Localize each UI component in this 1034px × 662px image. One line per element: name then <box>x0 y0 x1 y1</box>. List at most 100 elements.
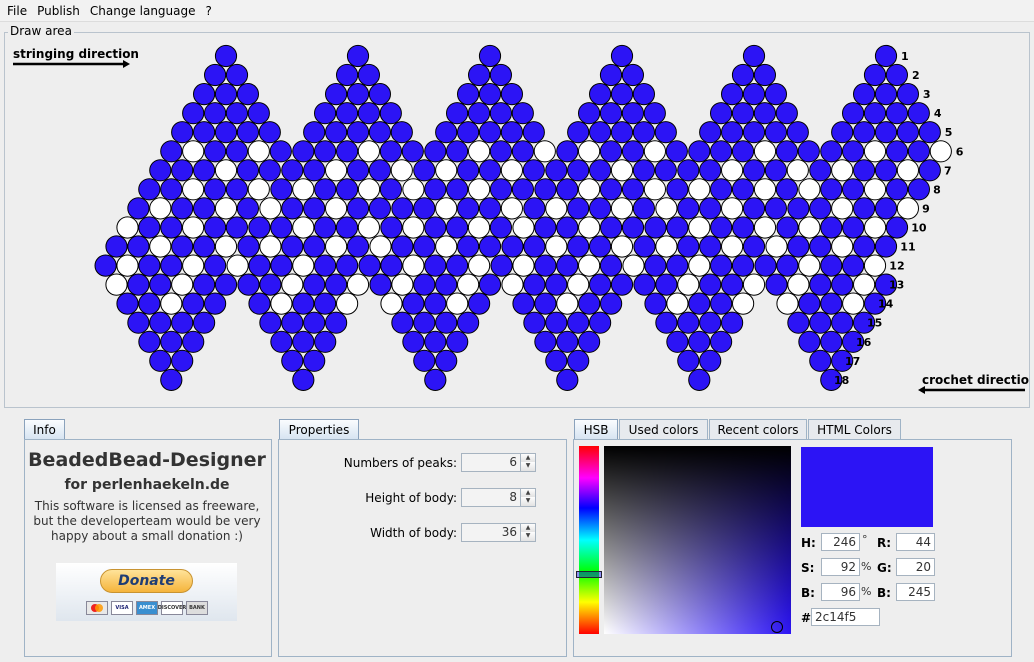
bead[interactable] <box>446 178 469 201</box>
bead[interactable] <box>214 159 238 182</box>
bead[interactable] <box>787 273 810 296</box>
bead[interactable] <box>116 292 139 315</box>
bead[interactable] <box>831 197 854 220</box>
blue-field[interactable]: 245 <box>896 583 935 601</box>
bead[interactable] <box>357 178 381 201</box>
bead[interactable] <box>775 178 799 201</box>
bead[interactable] <box>391 197 414 220</box>
bead[interactable] <box>203 178 227 201</box>
bead[interactable] <box>402 330 425 353</box>
bead[interactable] <box>336 178 359 201</box>
bead[interactable] <box>567 121 590 144</box>
bead[interactable] <box>632 83 656 106</box>
bead[interactable] <box>424 254 447 277</box>
bead[interactable] <box>556 254 579 277</box>
bead[interactable] <box>809 159 832 182</box>
bead[interactable] <box>556 292 579 315</box>
bead[interactable] <box>765 273 788 296</box>
bead[interactable] <box>214 44 238 68</box>
bead[interactable] <box>369 273 392 296</box>
donate-button[interactable]: Donate <box>100 569 193 593</box>
bead[interactable] <box>457 311 480 334</box>
bead[interactable] <box>270 292 293 315</box>
menu-file[interactable]: File <box>4 4 34 18</box>
bead[interactable] <box>775 140 799 163</box>
bead[interactable] <box>731 102 755 125</box>
bead[interactable] <box>643 102 666 125</box>
donate-area[interactable]: Donate VISA AMEX DISCOVER BANK <box>56 563 237 621</box>
bead[interactable] <box>160 292 183 315</box>
bead[interactable] <box>545 311 568 334</box>
bead[interactable] <box>478 235 502 258</box>
bead[interactable] <box>435 121 458 144</box>
bead[interactable] <box>677 197 700 220</box>
bead[interactable] <box>578 178 601 201</box>
bead[interactable] <box>259 273 282 296</box>
bead[interactable] <box>368 197 391 220</box>
saturation-brightness-picker[interactable] <box>604 446 791 634</box>
bead[interactable] <box>599 254 623 277</box>
bead[interactable] <box>105 235 128 258</box>
bead[interactable] <box>214 83 238 106</box>
bead[interactable] <box>127 235 150 258</box>
bead[interactable] <box>368 121 391 144</box>
bead[interactable] <box>182 216 205 239</box>
bead[interactable] <box>390 121 413 144</box>
bead[interactable] <box>556 368 579 391</box>
bead[interactable] <box>534 330 557 353</box>
bead[interactable] <box>204 63 227 87</box>
bead[interactable] <box>644 216 667 239</box>
bead[interactable] <box>182 330 205 353</box>
bead[interactable] <box>424 178 447 201</box>
bead[interactable] <box>677 311 700 334</box>
bead[interactable] <box>589 311 612 334</box>
tab-hsb[interactable]: HSB <box>574 419 618 440</box>
bead[interactable] <box>677 235 700 258</box>
bead[interactable] <box>303 273 326 296</box>
bead[interactable] <box>303 311 326 334</box>
bead[interactable] <box>182 254 205 277</box>
bead[interactable] <box>424 140 447 163</box>
bead[interactable] <box>797 140 820 163</box>
bead[interactable] <box>885 63 909 87</box>
bead[interactable] <box>413 159 436 182</box>
bead[interactable] <box>820 292 843 315</box>
bead[interactable] <box>809 349 832 372</box>
bead[interactable] <box>710 102 733 125</box>
bead[interactable] <box>346 273 370 296</box>
bead[interactable] <box>237 273 260 296</box>
bead[interactable] <box>402 254 425 277</box>
bead[interactable] <box>511 102 534 125</box>
bead[interactable] <box>138 178 161 201</box>
bead[interactable] <box>731 178 755 201</box>
bead[interactable] <box>545 349 568 372</box>
bead[interactable] <box>292 140 315 163</box>
menu-publish[interactable]: Publish <box>34 4 87 18</box>
bead[interactable] <box>346 44 370 68</box>
bead[interactable] <box>346 83 370 106</box>
bead[interactable] <box>710 330 733 353</box>
spinner-down-icon[interactable]: ▼ <box>520 497 535 506</box>
bead[interactable] <box>600 292 623 315</box>
bead[interactable] <box>523 311 546 334</box>
bead[interactable] <box>643 140 667 163</box>
bead[interactable] <box>358 254 381 277</box>
bead[interactable] <box>379 102 402 125</box>
bead[interactable] <box>621 63 645 87</box>
bead[interactable] <box>413 349 436 372</box>
bead[interactable] <box>500 83 523 106</box>
bead[interactable] <box>149 273 172 296</box>
bead[interactable] <box>500 159 523 182</box>
bead[interactable] <box>578 254 601 277</box>
bead[interactable] <box>764 159 788 182</box>
bead[interactable] <box>489 63 512 87</box>
bead[interactable] <box>171 121 194 144</box>
bead[interactable] <box>281 159 304 182</box>
bead[interactable] <box>259 311 282 334</box>
bead[interactable] <box>346 235 370 258</box>
bead[interactable] <box>809 311 832 334</box>
bead[interactable] <box>236 83 259 106</box>
bead[interactable] <box>742 273 766 296</box>
bead[interactable] <box>753 63 777 87</box>
bead[interactable] <box>160 368 183 391</box>
